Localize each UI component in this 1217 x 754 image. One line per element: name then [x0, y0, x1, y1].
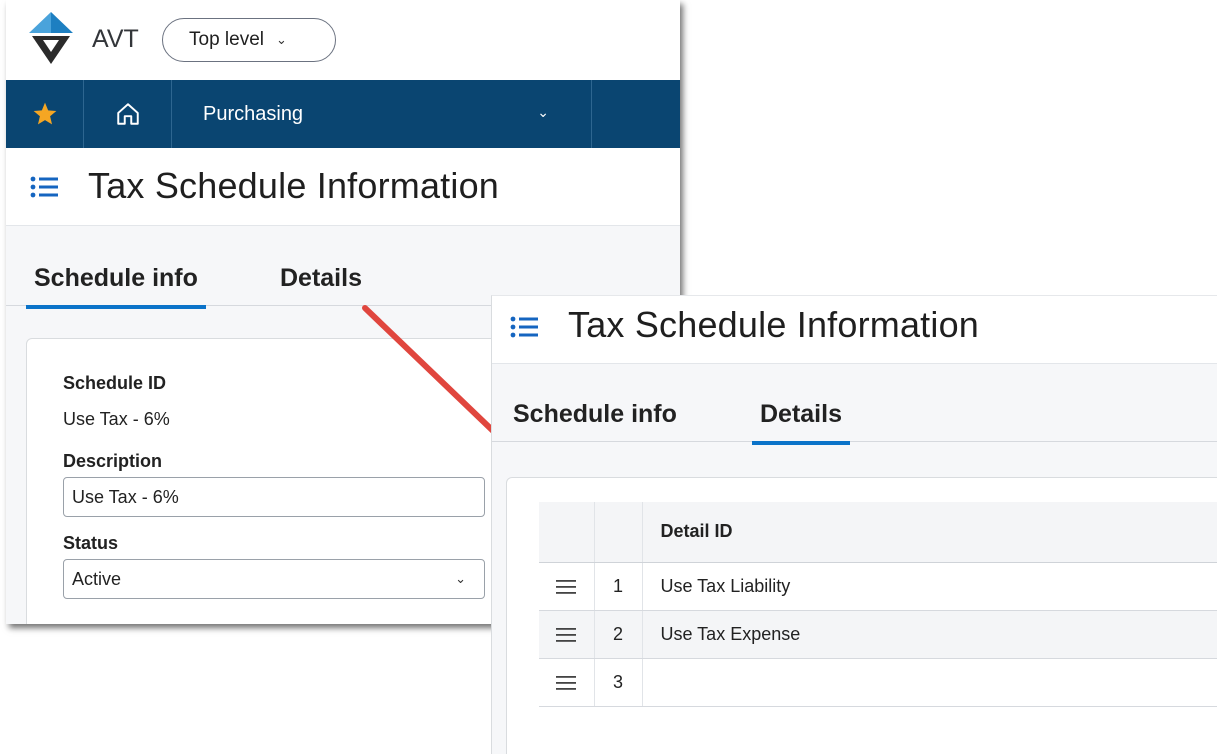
status-label: Status — [63, 533, 119, 553]
table-row[interactable]: 2 Use Tax Expense — [539, 610, 1217, 659]
favorites-button[interactable] — [6, 80, 84, 148]
brand-name: AVT — [92, 25, 139, 53]
details-grid: Detail ID 1 Use Tax Liability 2 Use Tax … — [539, 502, 1217, 707]
schedule-id-value: Use Tax - 6% — [63, 409, 170, 429]
drag-handle-icon[interactable] — [556, 579, 577, 594]
detail-id-column-header[interactable]: Detail ID — [642, 502, 1217, 563]
entity-level-selector[interactable]: Top level ⌄ — [162, 18, 336, 62]
chevron-down-icon: ⌄ — [455, 571, 466, 586]
top-bar: AVT Top level ⌄ — [6, 0, 680, 80]
list-icon[interactable] — [510, 316, 538, 338]
home-button[interactable] — [84, 80, 172, 148]
page-title: Tax Schedule Information — [88, 165, 500, 206]
table-row[interactable]: 1 Use Tax Liability — [539, 562, 1217, 611]
avt-logo-icon[interactable] — [24, 11, 78, 65]
detail-id-cell[interactable]: Use Tax Expense — [642, 610, 1217, 659]
drag-handle-icon[interactable] — [556, 627, 577, 642]
tab-details[interactable]: Details — [752, 400, 850, 445]
row-number: 1 — [594, 562, 643, 611]
grid-header-row: Detail ID — [539, 502, 1217, 563]
page-header: Tax Schedule Information — [6, 148, 680, 226]
list-icon[interactable] — [30, 176, 58, 198]
status-select[interactable]: Active ⌄ — [63, 559, 485, 599]
description-label: Description — [63, 451, 163, 471]
handle-column-header — [539, 502, 595, 563]
page-header: Tax Schedule Information — [492, 296, 1217, 364]
drag-handle-icon[interactable] — [556, 675, 577, 690]
page-body: Schedule info Details Detail ID 1 Use Ta… — [492, 364, 1217, 754]
details-card: Detail ID 1 Use Tax Liability 2 Use Tax … — [506, 477, 1217, 754]
table-row[interactable]: 3 — [539, 658, 1217, 707]
chevron-down-icon: ⌄ — [537, 104, 549, 120]
tab-schedule-info[interactable]: Schedule info — [26, 264, 206, 309]
row-number: 3 — [594, 658, 643, 707]
tab-schedule-info[interactable]: Schedule info — [513, 400, 677, 435]
schedule-id-label: Schedule ID — [63, 373, 167, 393]
row-number: 2 — [594, 610, 643, 659]
status-value: Active — [72, 568, 122, 589]
star-icon — [33, 102, 56, 125]
row-number-column-header — [594, 502, 643, 563]
level-label: Top level — [189, 29, 264, 50]
tab-bar: Schedule info Details — [492, 400, 1217, 445]
main-navbar: Purchasing ⌄ — [6, 80, 680, 148]
module-menu-purchasing[interactable]: Purchasing ⌄ — [172, 80, 592, 148]
tab-details[interactable]: Details — [280, 264, 362, 299]
details-window: Tax Schedule Information Schedule info D… — [491, 295, 1217, 754]
module-label: Purchasing — [203, 102, 304, 125]
home-icon — [116, 103, 139, 125]
page-title: Tax Schedule Information — [568, 304, 980, 345]
chevron-down-icon: ⌄ — [276, 32, 287, 47]
detail-id-cell[interactable]: Use Tax Liability — [642, 562, 1217, 611]
detail-id-cell[interactable] — [642, 658, 1217, 707]
